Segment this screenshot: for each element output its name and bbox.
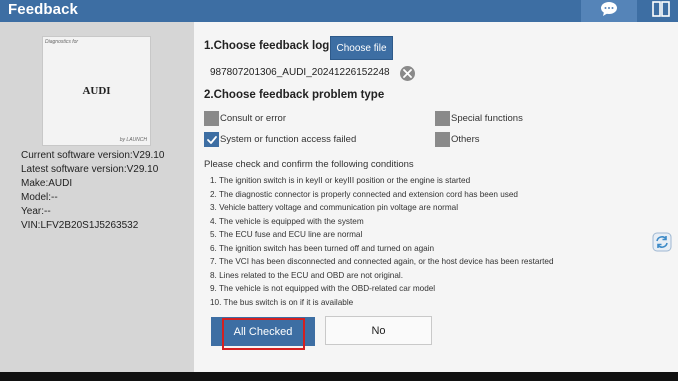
chat-button[interactable] (581, 0, 637, 22)
choose-file-button[interactable]: Choose file (330, 36, 393, 60)
checkbox-checked-icon[interactable] (204, 132, 219, 147)
condition-item: 2. The diagnostic connector is properly … (210, 189, 518, 199)
option-label: Others (451, 134, 480, 145)
condition-item: 3. Vehicle battery voltage and communica… (210, 203, 459, 212)
latest-software-version: Latest software version:V29.10 (21, 164, 159, 175)
condition-item: 10. The bus switch is on if it is availa… (210, 297, 354, 307)
vehicle-model: Model:-- (21, 192, 58, 203)
vehicle-info-panel: Diagnostics for AUDI by LAUNCH Current s… (0, 22, 194, 372)
conditions-title: Please check and confirm the following c… (204, 159, 414, 170)
step2-title: 2.Choose feedback problem type (204, 89, 385, 101)
checkbox-unchecked-icon[interactable] (204, 111, 219, 126)
vehicle-vin: VIN:LFV2B20S1J5263532 (21, 220, 139, 231)
vehicle-year: Year:-- (21, 206, 51, 217)
option-system-access-failed[interactable]: System or function access failed (204, 132, 356, 147)
thumb-caption: Diagnostics for (45, 39, 79, 45)
vehicle-make: Make:AUDI (21, 178, 73, 189)
floating-refresh-icon[interactable] (652, 232, 672, 252)
condition-item: 6. The ignition switch has been turned o… (210, 243, 435, 253)
thumb-brand: AUDI (82, 85, 111, 97)
all-checked-button[interactable]: All Checked (211, 317, 315, 346)
condition-item: 8. Lines related to the ECU and OBD are … (210, 270, 403, 280)
no-button[interactable]: No (325, 316, 432, 345)
option-label: Consult or error (220, 113, 286, 124)
condition-item: 5. The ECU fuse and ECU line are normal (210, 230, 363, 239)
condition-item: 4. The vehicle is equipped with the syst… (210, 216, 364, 226)
feedback-form: 1.Choose feedback log Choose file 987807… (194, 22, 678, 372)
option-label: System or function access failed (220, 134, 357, 145)
condition-item: 7. The VCI has been disconnected and con… (210, 257, 554, 266)
condition-item: 1. The ignition switch is in keyII or ke… (210, 176, 471, 185)
remove-log-icon[interactable] (400, 66, 415, 81)
option-consult-or-error[interactable]: Consult or error (204, 111, 286, 126)
vehicle-brand-thumbnail: Diagnostics for AUDI by LAUNCH (42, 36, 151, 146)
checkbox-unchecked-icon[interactable] (435, 132, 450, 147)
split-screen-icon (652, 0, 670, 22)
split-screen-button[interactable] (650, 0, 672, 22)
conditions-list: 1. The ignition switch is in keyII or ke… (210, 174, 554, 309)
vehicle-info: Current software version:V29.10 Latest s… (21, 149, 164, 233)
condition-item: 9. The vehicle is not equipped with the … (210, 284, 436, 293)
current-software-version: Current software version:V29.10 (21, 150, 165, 161)
bottom-edge (0, 372, 678, 381)
title-bar: Feedback (0, 0, 678, 22)
thumb-by-label: by LAUNCH (119, 137, 147, 143)
checkbox-unchecked-icon[interactable] (435, 111, 450, 126)
page-title: Feedback (8, 1, 78, 18)
step1-title: 1.Choose feedback log (204, 40, 330, 52)
log-file-name: 987807201306_AUDI_20241226152248 (210, 67, 390, 78)
option-special-functions[interactable]: Special functions (435, 111, 523, 126)
option-label: Special functions (451, 113, 523, 124)
chat-icon (599, 1, 619, 22)
option-others[interactable]: Others (435, 132, 480, 147)
